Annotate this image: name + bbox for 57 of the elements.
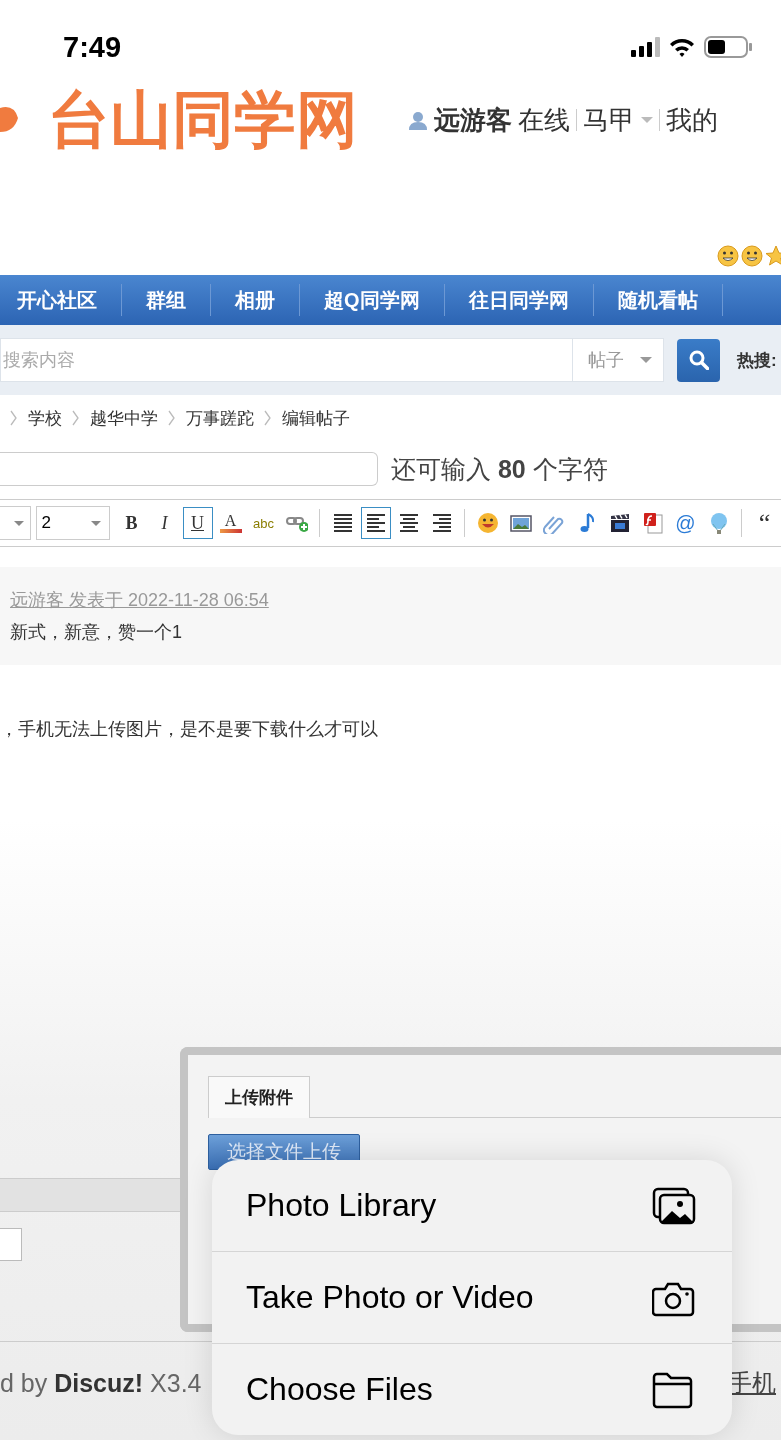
photo-library-icon [652, 1186, 696, 1225]
nav-item[interactable]: 超Q同学网 [300, 286, 444, 314]
spellcheck-button[interactable]: abc [248, 507, 279, 539]
wifi-icon [668, 36, 696, 58]
title-field[interactable] [0, 452, 378, 486]
nav-item[interactable]: 随机看帖 [593, 286, 722, 314]
post-body-text: ，手机无法上传图片，是不是要下载什么才可以 [0, 718, 379, 741]
align-left-button[interactable] [360, 507, 391, 539]
breadcrumb-link[interactable]: 越华中学 [90, 406, 158, 430]
online-status: 在线 [518, 103, 570, 137]
user-icon [408, 110, 428, 130]
chevron-icon [72, 410, 80, 426]
character-count-hint: 还可输入 80 个字符 [391, 453, 608, 485]
align-center-icon [397, 512, 420, 534]
nav-item[interactable]: 开心社区 [0, 286, 121, 314]
breadcrumb-link[interactable]: 学校 [28, 406, 62, 430]
signal-icon [631, 37, 660, 57]
flash-file-icon [641, 512, 664, 534]
user-menu-link[interactable]: 马甲 [583, 102, 635, 138]
nav-item[interactable]: 相册 [211, 286, 299, 314]
powered-by-text: d by Discuz! X3.4 [0, 1368, 202, 1398]
chevron-icon [264, 410, 272, 426]
search-field[interactable]: 搜索内容 [0, 338, 572, 382]
hot-search-label: 热搜: [737, 349, 777, 372]
status-time: 7:49 [63, 30, 123, 64]
text-color-button[interactable]: A [215, 507, 246, 539]
align-left-icon [364, 512, 387, 534]
action-menu-item[interactable]: Take Photo or Video [212, 1251, 732, 1343]
image-icon [509, 512, 532, 534]
battery-icon [704, 36, 753, 58]
star-icon [765, 245, 781, 267]
mention-button[interactable]: @ [670, 507, 701, 539]
breadcrumb-link[interactable]: 万事蹉跎 [186, 406, 254, 430]
site-logo: 台山同学网 [48, 84, 359, 156]
quote-button[interactable]: “ [749, 507, 780, 539]
chevron-icon [10, 410, 18, 426]
smiley-icon [476, 512, 499, 534]
user-menu-link[interactable]: 我的 [666, 102, 718, 138]
search-icon [688, 350, 709, 370]
justify-icon [331, 512, 354, 534]
nav-item[interactable]: 往日同学网 [444, 286, 593, 314]
nav-item[interactable]: 群组 [122, 286, 210, 314]
smiley-icon [741, 245, 763, 267]
chevron-icon [168, 410, 176, 426]
breadcrumb-link[interactable]: 编辑帖子 [282, 406, 350, 430]
smiley-icon [717, 245, 739, 267]
username: 远游客 [434, 103, 512, 137]
bold-button[interactable]: B [116, 507, 147, 539]
align-right-icon [430, 512, 453, 534]
search-button[interactable] [677, 338, 720, 382]
upload-tab[interactable]: 上传附件 [208, 1076, 310, 1118]
font-size-select[interactable]: 2 [36, 506, 110, 540]
italic-button[interactable]: I [149, 507, 180, 539]
action-menu-item[interactable]: Choose Files [212, 1343, 732, 1435]
clapperboard-icon [608, 512, 631, 534]
underline-button[interactable]: U [182, 507, 213, 539]
quote-text: 新式，新意，赞一个1 [10, 621, 182, 644]
